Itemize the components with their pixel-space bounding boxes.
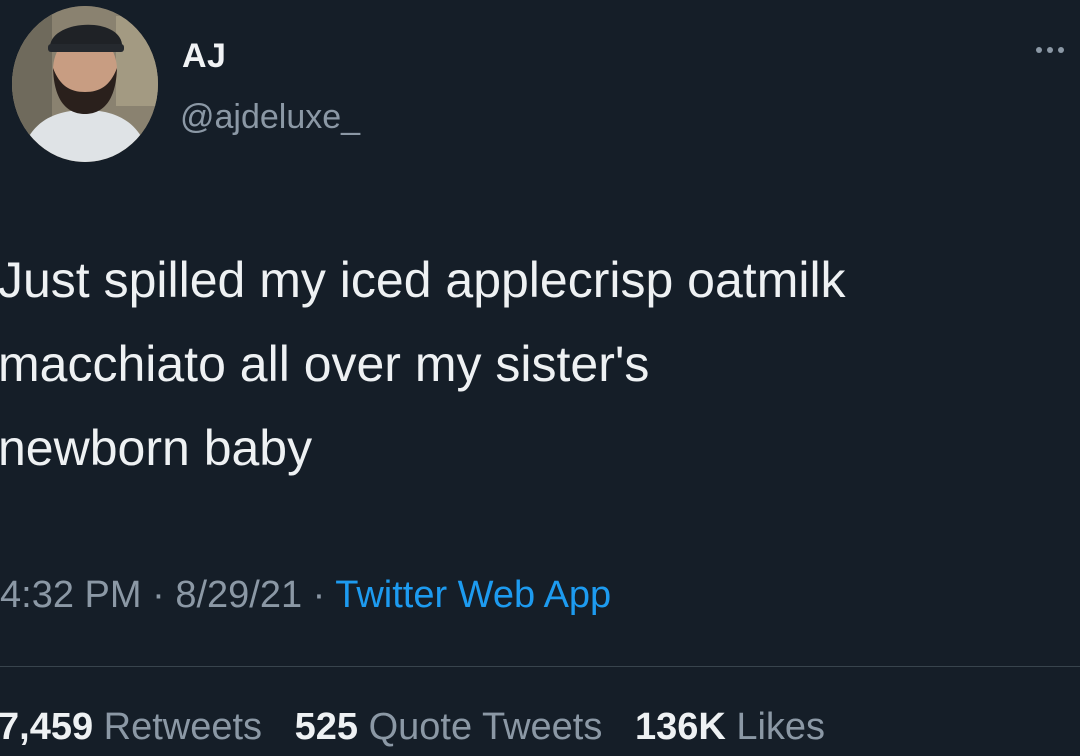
likes-label: Likes [736,706,826,748]
tweet-date[interactable]: 8/29/21 [175,574,302,616]
more-dot [1058,47,1064,53]
quotes-count: 525 [294,706,359,748]
quotes-label: Quote Tweets [368,706,603,748]
more-dot [1047,47,1053,53]
retweets-label: Retweets [103,706,263,748]
author-name[interactable]: AJ [182,37,226,76]
divider [0,666,1080,667]
author-handle[interactable]: @ajdeluxe_ [180,98,360,137]
retweets-count: 7,459 [0,706,94,748]
more-dot [1036,47,1042,53]
more-options-icon[interactable] [1036,38,1076,62]
likes-stat[interactable]: 136K Likes [635,706,825,748]
likes-count: 136K [634,706,726,748]
tweet-time[interactable]: 4:32 PM [0,574,142,616]
tweet-stats: 7,459 Retweets 525 Quote Tweets 136K Lik… [0,706,825,749]
meta-separator: · [152,574,165,616]
tweet-text: Just spilled my iced applecrisp oatmilk … [0,238,1080,490]
tweet-card: AJ @ajdeluxe_ Just spilled my iced apple… [0,0,1080,756]
meta-separator: · [312,574,326,616]
quotes-stat[interactable]: 525 Quote Tweets [295,706,603,748]
tweet-text-line: Just spilled my iced applecrisp oatmilk [0,252,846,308]
tweet-text-line: newborn baby [0,420,313,476]
tweet-meta: 4:32 PM · 8/29/21 · Twitter Web App [0,574,611,617]
tweet-text-line: macchiato all over my sister's [0,336,650,392]
avatar[interactable] [12,6,158,162]
tweet-source-link[interactable]: Twitter Web App [335,574,611,616]
avatar-photo [12,6,158,162]
retweets-stat[interactable]: 7,459 Retweets [0,706,262,748]
